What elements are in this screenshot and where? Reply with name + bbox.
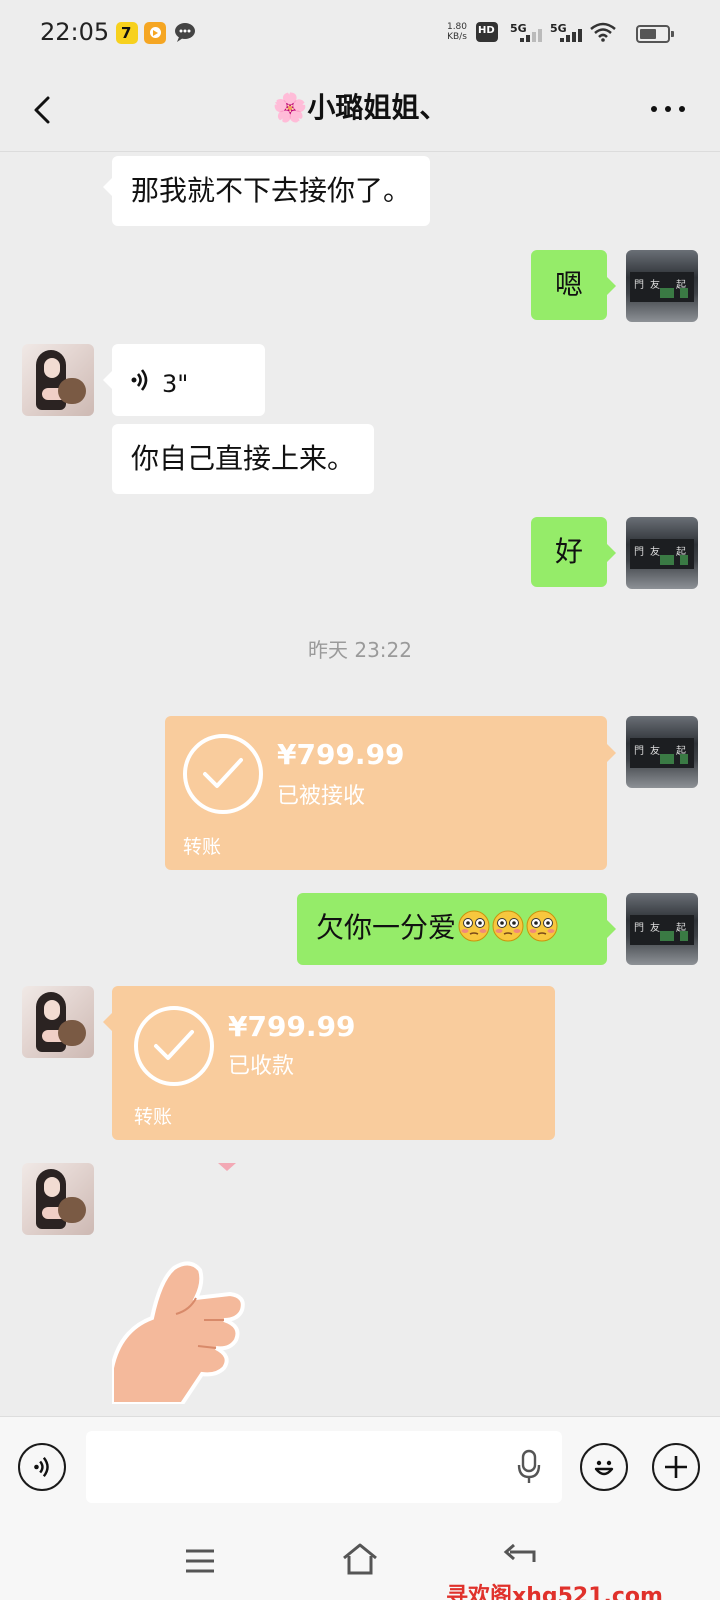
message-bubble-right[interactable]: 欠你一分爱 [297,893,607,965]
bubble-tail [103,371,112,389]
message-bubble-left[interactable]: 你自己直接上来。 [112,424,375,494]
voice-message[interactable]: 3" [112,344,265,416]
menu-icon[interactable] [184,1548,216,1574]
message-bubble-right[interactable]: 嗯 [531,250,607,320]
my-avatar[interactable]: 門友起 [626,716,698,788]
bubble-tail [103,178,112,196]
flushed-face-icon [492,910,524,942]
bubble-tail [607,544,616,562]
app-icon-video [144,22,166,44]
check-circle-icon [134,1006,214,1086]
signal-icon [516,26,542,42]
flushed-face-icon [526,910,558,942]
contact-avatar[interactable] [22,986,94,1058]
voice-toggle-icon [34,1457,49,1477]
more-dots-icon [651,106,685,112]
bubble-tail [607,277,616,295]
transfer-label: 转账 [183,836,222,858]
bubble-tail [607,744,616,762]
contact-avatar[interactable] [22,344,94,416]
plus-button[interactable] [652,1443,700,1491]
flushed-face-icon [458,910,490,942]
message-text: 欠你一分爱 [316,911,457,944]
voice-wave-icon [131,369,148,391]
transfer-amount: ¥799.99 [277,738,405,771]
transfer-state: 已收款 [228,1054,295,1079]
emoji-button[interactable] [580,1443,628,1491]
smiley-icon [594,1460,614,1476]
status-time: 22:05 [40,18,110,46]
back-arrow-icon[interactable] [502,1542,538,1562]
hd-badge: HD [476,22,498,42]
message-input[interactable] [86,1431,562,1503]
my-avatar[interactable]: 門友起 [626,893,698,965]
chat-header: 🌸小璐姐姐、 [0,70,720,152]
message-timestamp: 昨天 23:22 [308,638,412,662]
transfer-label: 转账 [134,1106,173,1128]
back-button[interactable] [26,90,66,130]
signal-icon-2 [556,26,582,42]
home-icon[interactable] [340,1542,380,1576]
net-speed: 1.80 KB/s [444,22,470,42]
battery-icon [636,25,674,43]
microphone-icon[interactable] [516,1449,542,1485]
my-avatar[interactable]: 門友起 [626,250,698,322]
watermark-text: 寻欢阁xhg521.com [446,1584,663,1600]
my-avatar[interactable]: 門友起 [626,517,698,589]
chat-bubble-icon [174,22,196,42]
transfer-card-sent[interactable]: ¥799.99 已被接收 转账 [165,716,607,870]
wifi-icon [590,22,616,42]
message-bubble-left[interactable]: 那我就不下去接你了。 [112,156,431,226]
chevron-left-icon [34,96,50,124]
thumbs-up-sticker[interactable] [112,1258,252,1404]
message-bubble-right[interactable]: 好 [531,517,607,587]
sticker-pointer [218,1163,236,1171]
plus-icon [665,1456,687,1478]
transfer-amount: ¥799.99 [228,1010,356,1043]
bubble-tail [607,920,616,938]
voice-toggle-button[interactable] [18,1443,66,1491]
more-button[interactable] [646,94,690,124]
voice-duration: 3" [162,370,189,398]
input-bar [0,1416,720,1526]
transfer-state: 已被接收 [277,784,366,809]
net-speed-value: 1.80 [446,22,468,32]
transfer-card-received[interactable]: ¥799.99 已收款 转账 [112,986,555,1140]
bubble-tail [103,1013,112,1031]
net-speed-unit: KB/s [447,32,467,42]
contact-avatar[interactable] [22,1163,94,1235]
check-circle-icon [183,734,263,814]
app-icon-7: 7 [116,22,138,44]
chat-title: 🌸小璐姐姐、 [272,91,448,124]
status-bar: 22:05 7 1.80 KB/s HD 5G 5G [0,0,720,70]
